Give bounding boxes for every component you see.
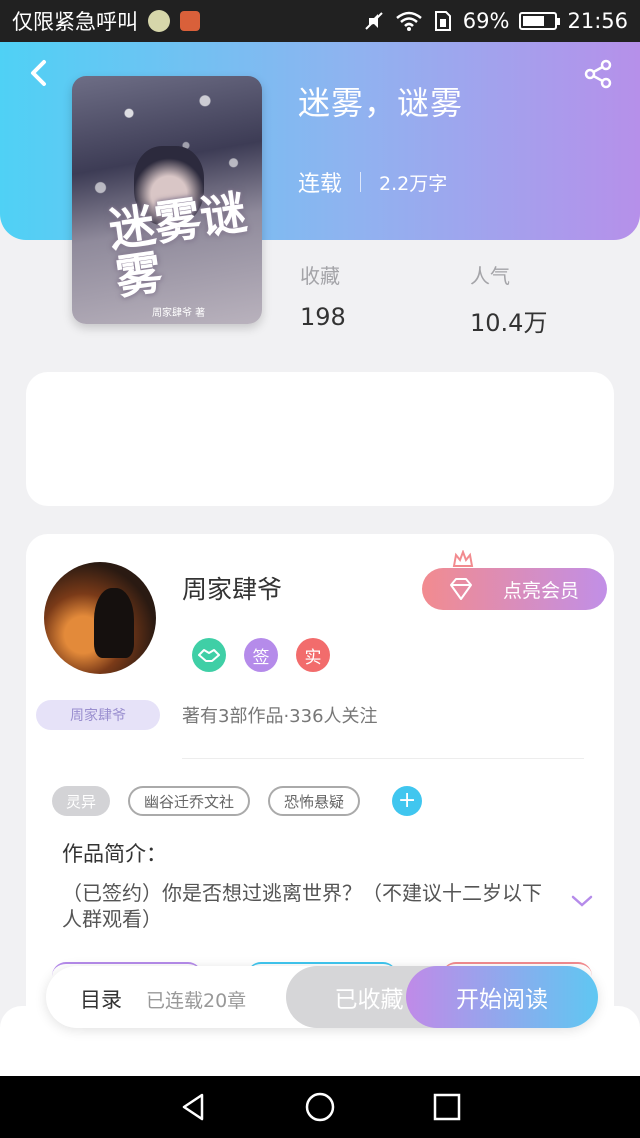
divider [182,758,584,759]
sim-icon [434,11,451,31]
assistant-icon [148,10,170,32]
add-tag-button[interactable]: + [392,786,423,816]
status-bar: 仅限紧急呼叫 69% 21:56 [0,0,640,42]
diamond-icon [450,578,472,600]
chevron-left-icon [31,60,46,86]
chapter-count[interactable]: 已连载20章 [146,986,246,1013]
circle-home-icon[interactable] [303,1090,337,1124]
tag-genre[interactable]: 灵异 [52,786,111,816]
stat-value: 10.4万 [470,309,548,337]
tag-list: 灵异 幽谷迁乔文社 恐怖悬疑 + [52,786,423,816]
book-meta: 连载 2.2万字 [298,166,447,198]
triangle-back-icon[interactable] [176,1090,210,1124]
cover-author: 周家肆爷 著 [152,308,206,319]
author-name-tag: 周家肆爷 [36,700,160,730]
verified-badge: 实 [296,638,330,672]
avatar-figure [94,588,134,658]
start-reading-button[interactable]: 开始阅读 [406,966,598,1028]
vip-button[interactable]: 点亮会员 [422,568,607,610]
square-recent-icon[interactable] [430,1090,464,1124]
share-icon[interactable] [582,58,614,90]
carrier-text: 仅限紧急呼叫 [12,10,138,34]
avatar[interactable] [44,562,156,674]
crown-icon [452,550,474,567]
author-stats: 著有3部作品·336人关注 [182,706,378,727]
mail-icon [180,11,200,31]
book-cover[interactable]: 迷雾谜雾 周家肆爷 著 [72,76,262,324]
meta-divider [360,172,362,192]
stat-label: 人气 [470,264,510,288]
vip-label: 点亮会员 [502,579,579,602]
cover-title: 迷雾谜雾 [105,184,250,305]
chevron-down-icon[interactable] [570,894,594,908]
author-badges: 签 实 [192,638,330,672]
handshake-icon [198,649,220,662]
ad-placeholder-card [26,372,614,506]
back-button[interactable] [24,56,54,90]
battery-icon [519,12,561,30]
handshake-icon [192,638,226,672]
tag-publisher[interactable]: 幽谷迁乔文社 [128,786,251,816]
battery-percent: 69% [462,9,510,33]
stat-favorites: 收藏 198 [300,260,346,331]
intro-label: 作品简介： [62,842,167,866]
system-nav-bar [0,1076,640,1138]
tag-category[interactable]: 恐怖悬疑 [268,786,361,816]
book-title: 迷雾，谜雾 [298,84,464,122]
author-name[interactable]: 周家肆爷 [182,570,282,606]
intro-text: （已签约）你是否想过逃离世界？（不建议十二岁以下人群观看） [62,881,542,931]
book-status: 连载 [298,172,343,197]
stat-popularity: 人气 10.4万 [470,260,547,338]
word-count: 2.2万字 [379,172,448,195]
action-bar: 目录 已连载20章 已收藏 开始阅读 [46,966,598,1028]
mute-icon [365,12,383,30]
stat-label: 收藏 [300,264,340,288]
toc-button[interactable]: 目录 [80,984,122,1014]
wifi-icon [395,11,422,31]
clock: 21:56 [567,9,628,33]
stat-value: 198 [300,303,346,331]
signed-badge: 签 [244,638,278,672]
